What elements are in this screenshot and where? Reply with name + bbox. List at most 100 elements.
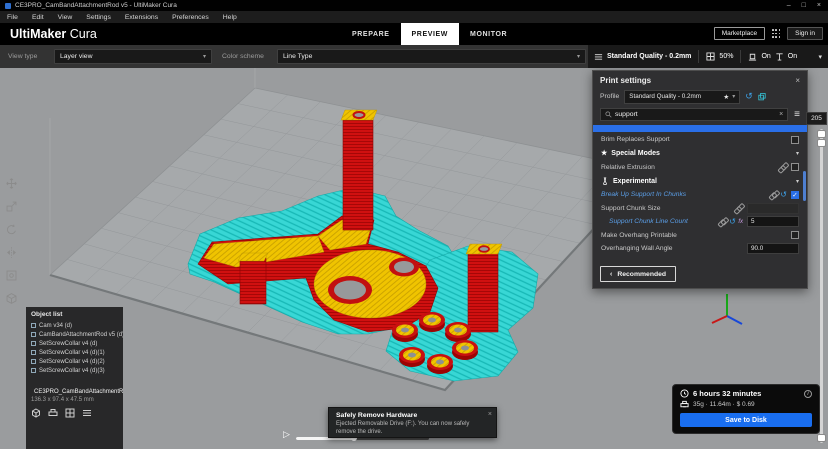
clear-search-icon[interactable]: ×	[779, 111, 783, 118]
minimize-button[interactable]: –	[787, 2, 791, 9]
apps-grid-icon[interactable]	[771, 29, 781, 39]
profile-copy-icon[interactable]	[758, 93, 766, 101]
layer-range-upper-handle[interactable]	[817, 130, 826, 138]
close-button[interactable]: ×	[817, 2, 821, 9]
settings-search-input[interactable]: support ×	[600, 108, 788, 121]
menu-help[interactable]: Help	[216, 14, 244, 21]
profile-dropdown[interactable]: Standard Quality - 0.2mm ★ ▾	[624, 90, 740, 104]
flask-icon	[601, 177, 609, 185]
model-icon	[31, 341, 36, 346]
star-icon: ★	[601, 150, 607, 157]
material-estimate: 35g · 11.64m · $ 0.69	[693, 401, 755, 408]
job-material-row: 35g · 11.64m · $ 0.69	[680, 400, 812, 409]
save-to-disk-button[interactable]: Save to Disk	[680, 413, 812, 427]
setting-value-field[interactable]: 90.0	[747, 243, 799, 254]
support-icon	[775, 52, 784, 61]
print-time: 6 hours 32 minutes	[693, 389, 761, 398]
category-special-modes[interactable]: ★Special Modes▾	[593, 147, 807, 161]
menu-file[interactable]: File	[0, 14, 25, 21]
app-icon	[5, 3, 11, 9]
view-type-dropdown[interactable]: Layer view ▾	[54, 49, 212, 64]
maximize-button[interactable]: □	[802, 2, 806, 9]
grid-icon[interactable]	[65, 408, 75, 418]
object-list-item[interactable]: Cam v34 (d)	[26, 321, 123, 330]
setting-brim-replaces-support[interactable]: Brim Replaces Support	[593, 133, 807, 147]
menu-extensions[interactable]: Extensions	[118, 14, 165, 21]
per-model-settings-button[interactable]	[3, 268, 19, 283]
layer-slider-bottom-marker[interactable]	[817, 434, 826, 442]
info-icon[interactable]: i	[804, 390, 812, 398]
profile-label: Profile	[600, 93, 619, 100]
support-blocker-button[interactable]	[3, 291, 19, 306]
move-icon	[5, 177, 18, 190]
menu-view[interactable]: View	[51, 14, 80, 21]
scale-tool-button[interactable]	[3, 199, 19, 214]
setting-overhanging-wall-angle[interactable]: Overhanging Wall Angle90.0	[593, 242, 807, 256]
object-list-item[interactable]: SetScrewCollar v4 (d)(3)	[26, 366, 123, 375]
print-job-panel: 6 hours 32 minutes i 35g · 11.64m · $ 0.…	[672, 384, 820, 434]
color-scheme-dropdown[interactable]: Line Type ▾	[277, 49, 586, 64]
chevron-left-icon: ‹	[610, 271, 612, 278]
menu-settings[interactable]: Settings	[79, 14, 118, 21]
setting-relative-extrusion[interactable]: Relative Extrusion	[593, 161, 807, 175]
settings-list: Brim Replaces Support★Special Modes▾Rela…	[593, 125, 807, 260]
setting-support-chunk-line-count[interactable]: Support Chunk Line Count↺fx5	[593, 215, 807, 229]
tab-prepare[interactable]: PREPARE	[341, 23, 401, 45]
object-list-item[interactable]: SetScrewCollar v4 (d)	[26, 339, 123, 348]
setting-support-chunk-size[interactable]: Support Chunk Size	[593, 202, 807, 216]
move-tool-button[interactable]	[3, 176, 19, 191]
config-infill: 50%	[719, 53, 733, 60]
marketplace-button[interactable]: Marketplace	[714, 27, 765, 40]
layer-range-lower-handle[interactable]	[817, 139, 826, 147]
profile-revert-icon[interactable]: ↺	[745, 92, 753, 101]
link-icon	[718, 218, 727, 226]
setting-break-up-support-in-chunks[interactable]: Break Up Support In Chunks ↺ ✓	[593, 188, 807, 202]
tab-preview[interactable]: PREVIEW	[401, 23, 459, 45]
setting-label: Break Up Support In Chunks	[601, 191, 767, 198]
object-list-item[interactable]: CamBandAttachmentRod v5 (d)	[26, 330, 123, 339]
rotate-tool-button[interactable]	[3, 222, 19, 237]
play-button[interactable]: ▷	[283, 430, 290, 439]
model-cube-icon[interactable]	[31, 408, 41, 418]
setting-checkbox[interactable]	[791, 163, 799, 171]
header-right: Marketplace Sign in	[714, 27, 823, 40]
object-list-item[interactable]: SetScrewCollar v4 (d)(1)	[26, 348, 123, 357]
mirror-tool-button[interactable]	[3, 245, 19, 260]
settings-menu-icon[interactable]: ≡	[794, 110, 800, 120]
toast-close-icon[interactable]: ×	[488, 411, 492, 418]
tab-monitor[interactable]: MONITOR	[459, 23, 518, 45]
star-icon: ★	[723, 93, 729, 101]
setting-checkbox[interactable]	[791, 136, 799, 144]
revert-icon[interactable]: ↺	[729, 218, 736, 226]
object-list-header[interactable]: Object list	[26, 309, 123, 321]
cura-window: CE3PRO_CamBandAttachmentRod v5 - UltiMak…	[0, 0, 828, 449]
menu-edit[interactable]: Edit	[25, 14, 51, 21]
setting-value-field[interactable]	[747, 203, 799, 214]
setting-make-overhang-printable[interactable]: Make Overhang Printable	[593, 229, 807, 243]
recommended-button[interactable]: ‹ Recommended	[600, 266, 676, 282]
object-list-item[interactable]: SetScrewCollar v4 (d)(2)	[26, 357, 123, 366]
category-experimental[interactable]: Experimental▾	[593, 174, 807, 188]
per-model-settings-icon	[5, 269, 18, 282]
sign-in-button[interactable]: Sign in	[787, 27, 823, 40]
menu-preferences[interactable]: Preferences	[165, 14, 216, 21]
setting-value-field[interactable]: 5	[747, 216, 799, 227]
setting-row-partial[interactable]	[593, 125, 807, 132]
rotate-icon	[5, 223, 18, 236]
link-icon	[778, 163, 787, 171]
chevron-down-icon: ▾	[818, 53, 822, 61]
revert-icon[interactable]: ↺	[780, 191, 787, 199]
project-name-row[interactable]: CE3PRO_CamBandAttachmentRod v5	[26, 388, 123, 395]
chevron-down-icon: ▾	[197, 53, 206, 60]
settings-scrollbar[interactable]	[803, 171, 806, 201]
setting-checkbox[interactable]: ✓	[791, 191, 799, 199]
print-config-bar[interactable]: Standard Quality - 0.2mm 50% On On ▾	[588, 45, 828, 68]
object-name: Cam v34 (d)	[39, 323, 72, 329]
object-list-panel: Object list Cam v34 (d)CamBandAttachment…	[26, 307, 123, 449]
title-bar: CE3PRO_CamBandAttachmentRod v5 - UltiMak…	[0, 0, 828, 11]
close-panel-icon[interactable]: ×	[795, 76, 800, 85]
printer-icon[interactable]	[48, 408, 58, 418]
setting-checkbox[interactable]	[791, 231, 799, 239]
list-icon[interactable]	[82, 408, 92, 418]
layer-slider-track[interactable]	[820, 129, 823, 443]
